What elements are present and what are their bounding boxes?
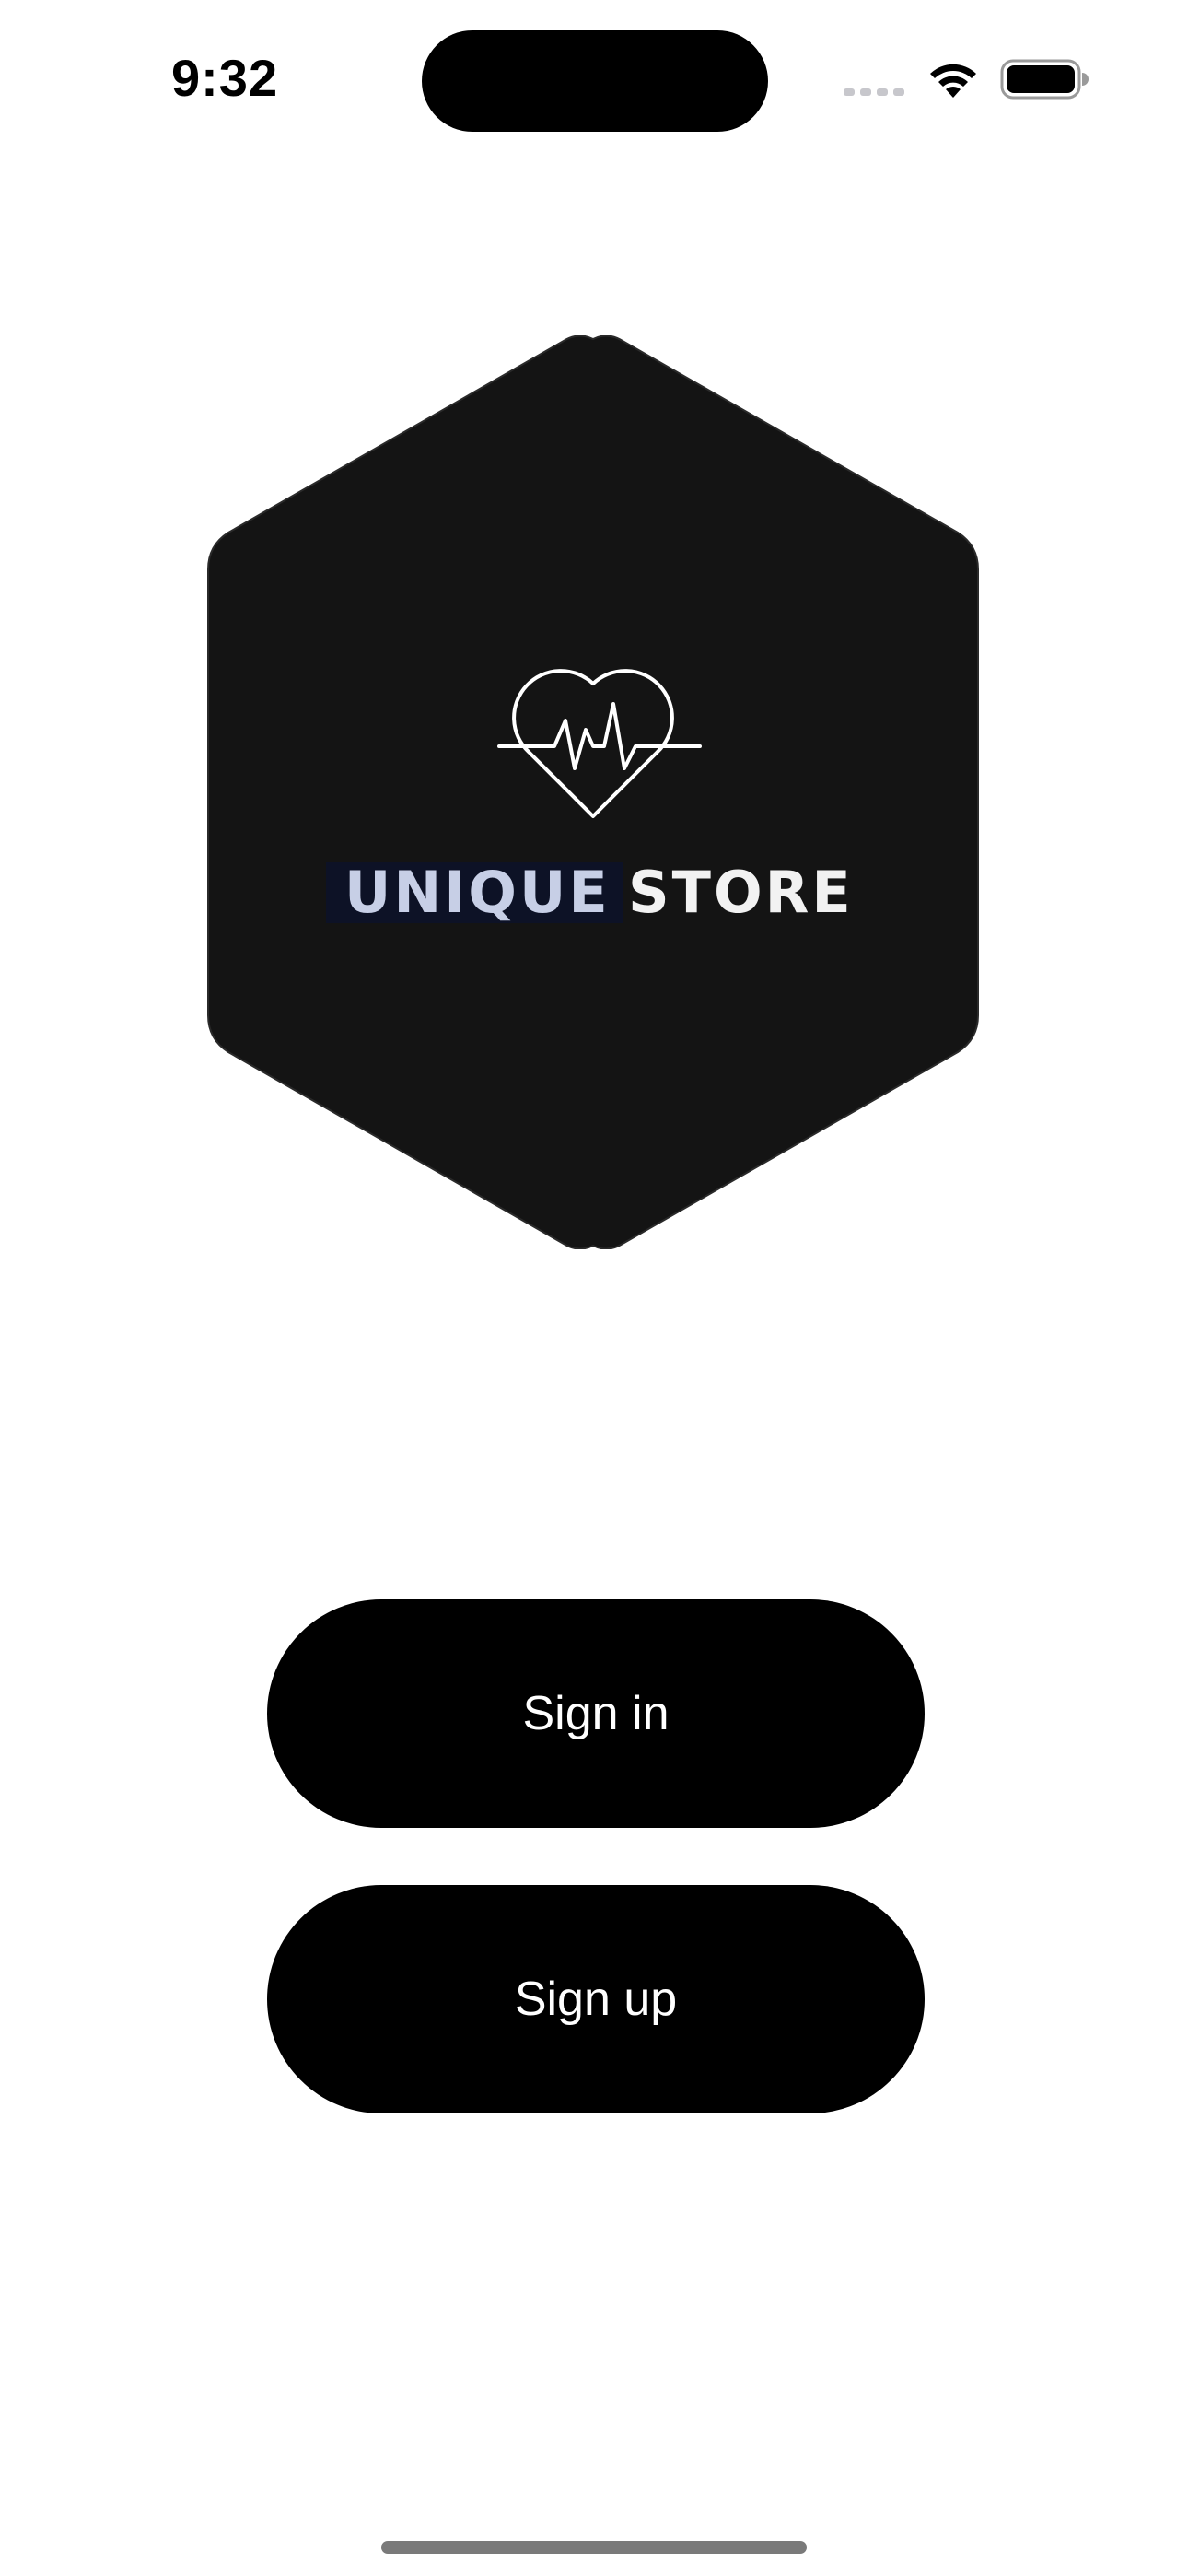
logo-hexagon	[207, 335, 979, 1249]
dynamic-island	[422, 30, 768, 132]
wifi-icon	[930, 64, 976, 98]
logo-text-store: STORE	[628, 859, 854, 926]
battery-icon	[1000, 59, 1089, 100]
status-time: 9:32	[171, 49, 279, 107]
sign-in-button[interactable]: Sign in	[267, 1599, 925, 1828]
unique-store-logo: UNIQUE STORE	[207, 335, 979, 1249]
logo-text-unique: UNIQUE	[344, 859, 611, 926]
cellular-signal-icon	[844, 88, 904, 96]
home-indicator[interactable]	[381, 2541, 807, 2554]
welcome-screen: 9:32 UNIQUE STORE Sign in Sign up	[0, 0, 1188, 2576]
sign-up-button[interactable]: Sign up	[267, 1885, 925, 2113]
